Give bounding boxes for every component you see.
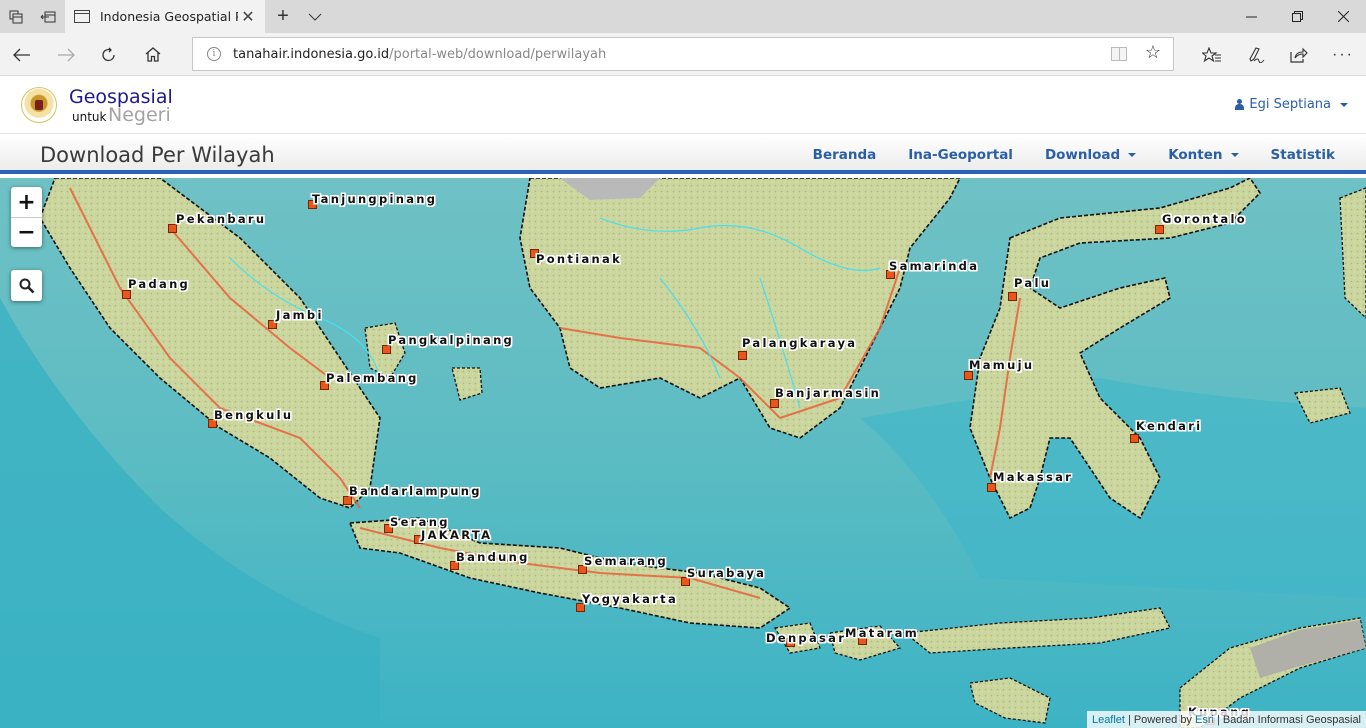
zoom-out-button[interactable]: − [11,217,42,247]
close-tab-icon[interactable]: ✕ [235,0,261,33]
zoom-control: + − [11,187,42,247]
city-label: Jambi [276,308,324,322]
basemap-tiles [0,178,1366,728]
separator: | [1216,713,1220,726]
brand-subtitle-small: untuk [72,110,107,124]
more-icon[interactable]: ··· [1323,38,1363,71]
separator: | [1127,713,1131,726]
page-navigation: Download Per Wilayah Beranda Ina-Geoport… [0,135,1366,174]
map-search-button[interactable] [11,270,42,301]
esri-link[interactable]: Esri [1195,714,1214,726]
city-label: Semarang [584,554,669,568]
restore-icon[interactable] [1274,0,1320,33]
leaflet-link[interactable]: Leaflet [1092,714,1125,726]
reading-view-icon[interactable] [1111,47,1127,61]
close-window-icon[interactable] [1320,0,1366,33]
city-marker[interactable] [738,351,747,360]
city-label: Makassar [993,470,1074,484]
city-label: Gorontalo [1162,212,1247,226]
city-label: Bandung [456,550,530,564]
city-label: Serang [390,515,450,529]
tab-title: Indonesia Geospatial Pc [100,9,238,24]
city-label: Pangkalpinang [388,333,515,347]
caret-down-icon [1340,102,1348,107]
forward-arrow-icon[interactable] [46,38,86,71]
city-label: Surabaya [687,566,767,580]
data-source-text: Badan Informasi Geospasial [1222,713,1361,726]
brand-subtitle-large: Negeri [108,104,171,126]
city-label: Bandarlampung [349,484,482,498]
site-header: Geospasial untuk Negeri Egi Septiana [0,77,1366,134]
city-marker[interactable] [1008,292,1017,301]
city-label: Padang [128,277,191,291]
city-label: Yogyakarta [582,592,678,606]
city-marker[interactable] [1130,434,1139,443]
favorite-star-icon[interactable]: ☆ [1145,42,1161,63]
menu-konten[interactable]: Konten [1168,147,1239,163]
city-label: Palu [1014,276,1052,290]
refresh-icon[interactable] [89,38,129,71]
share-icon[interactable] [1279,38,1319,71]
city-label: Mataram [845,626,919,640]
home-icon[interactable] [133,38,173,71]
minimize-icon[interactable] [1228,0,1274,33]
city-label: Denpasar [766,631,847,645]
city-label: Bengkulu [214,408,294,422]
menu-beranda[interactable]: Beranda [813,147,877,163]
menu-statistik[interactable]: Statistik [1271,147,1335,163]
set-tabs-aside-icon[interactable] [32,0,64,33]
favorites-list-icon[interactable] [1192,38,1232,71]
menu-ina-geoportal[interactable]: Ina-Geoportal [908,147,1013,163]
user-name: Egi Septiana [1249,97,1331,112]
browser-tab-active[interactable]: Indonesia Geospatial Pc ✕ [65,0,265,33]
city-label: Tanjungpinang [312,192,438,206]
map-attribution: Leaflet | Powered by Esri | Badan Inform… [1086,711,1366,728]
city-marker[interactable] [1155,225,1164,234]
city-label: Palembang [326,371,419,385]
menu-download[interactable]: Download [1045,147,1137,163]
page-title: Download Per Wilayah [40,143,275,167]
city-label: Mamuju [969,358,1035,372]
map-viewport[interactable]: Tanjungpinang Pekanbaru Padang Jambi Pangkal… [0,178,1366,728]
address-bar[interactable]: i tanahair.indonesia.go.id/portal-web/do… [192,37,1174,71]
city-label: Banjarmasin [775,386,882,400]
web-note-pen-icon[interactable] [1236,38,1276,71]
city-marker[interactable] [964,371,973,380]
caret-down-icon [1128,152,1137,157]
caret-down-icon [1230,152,1239,157]
city-marker[interactable] [987,483,996,492]
city-label: Samarinda [889,259,980,273]
url-text: tanahair.indonesia.go.id/portal-web/down… [233,46,607,62]
new-tab-plus-icon[interactable]: + [267,0,299,33]
garuda-emblem-logo[interactable] [21,87,57,123]
city-label: Palangkaraya [742,336,858,350]
city-label: JAKARTA [421,528,493,542]
browser-tab-bar: Indonesia Geospatial Pc ✕ + [0,0,1366,33]
city-marker[interactable] [770,399,779,408]
back-arrow-icon[interactable] [2,38,42,71]
user-icon [1235,99,1245,110]
main-menu: Beranda Ina-Geoportal Download Konten St… [813,135,1366,174]
powered-by-text: Powered by [1133,713,1192,726]
city-label: Pekanbaru [176,212,267,226]
magnifier-icon [19,278,34,293]
zoom-in-button[interactable]: + [11,187,42,217]
tabs-aside-icon[interactable] [0,0,32,33]
user-menu[interactable]: Egi Septiana [1235,97,1348,112]
site-info-icon[interactable]: i [207,47,221,61]
city-marker[interactable] [122,290,131,299]
city-label: Kendari [1136,419,1203,433]
tab-list-chevron-down-icon[interactable] [299,0,331,33]
city-label: Pontianak [536,252,623,266]
browser-navigation-bar: i tanahair.indonesia.go.id/portal-web/do… [0,33,1366,76]
page-icon [74,10,90,23]
